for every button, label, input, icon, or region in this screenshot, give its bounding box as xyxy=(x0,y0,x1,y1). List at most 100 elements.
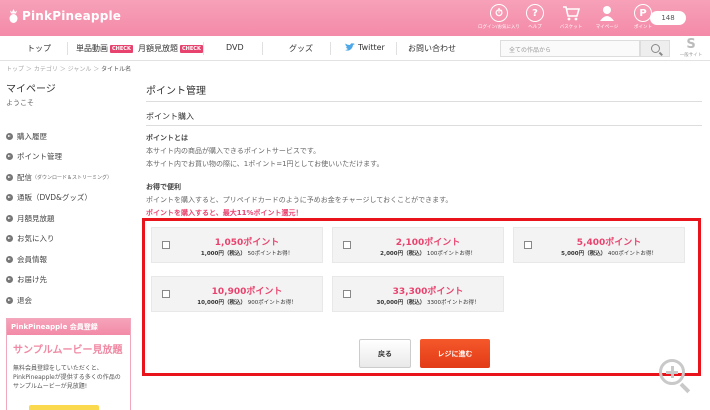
sidebar-item-label: 通販（DVD&グッズ） xyxy=(17,193,92,203)
option-price-value: 1,000円（税込） xyxy=(200,251,246,257)
sidebar-item-label: ポイント管理 xyxy=(17,152,62,162)
login-link[interactable]: ⏱ ログイン/お気に入り xyxy=(478,4,520,30)
nav-twitter-label: Twitter xyxy=(358,43,385,52)
option-points: 5,400ポイント xyxy=(576,238,642,248)
breadcrumb: トップ ＞ カテゴリ ＞ ジャンル ＞ タイトル名 xyxy=(6,64,131,73)
mypage-label: マイページ xyxy=(595,25,619,30)
welcome-text: ようこそ xyxy=(6,99,34,107)
nav-goods[interactable]: グッズ xyxy=(289,43,313,54)
sidebar-item-purchase-history[interactable]: 購入履歴 xyxy=(6,126,136,147)
sidebar-item-sublabel: （ダウンロード＆ストリーミング） xyxy=(32,174,113,181)
sidebar-item-mail-order[interactable]: 通販（DVD&グッズ） xyxy=(6,188,136,209)
option-price-value: 30,000円（税込） xyxy=(376,300,426,306)
option-bonus: 50ポイントお得！ xyxy=(247,251,294,257)
sidebar-item-points[interactable]: ポイント管理 xyxy=(6,147,136,168)
nav-dvd[interactable]: DVD xyxy=(226,43,244,52)
zoom-in-icon[interactable] xyxy=(657,357,691,394)
divider xyxy=(146,101,702,102)
nav-monthly[interactable]: 月額見放題 CHECK xyxy=(138,43,203,54)
sidebar-item-label: お気に入り xyxy=(17,234,55,244)
help-link[interactable]: ? ヘルプ xyxy=(518,4,552,30)
sidebar-item-label: 月額見放題 xyxy=(17,213,55,223)
promo-line: PinkPineappleが提供する多くの作品の xyxy=(13,374,121,381)
option-checkbox[interactable] xyxy=(162,241,170,249)
check-badge: CHECK xyxy=(180,44,203,53)
option-checkbox[interactable] xyxy=(524,241,532,249)
option-price: 10,000円（税込） 900ポイントお得！ xyxy=(172,298,322,306)
search-input[interactable]: 全ての作品から xyxy=(500,40,640,57)
cart-label: バスケット xyxy=(559,25,583,30)
nav-single-label: 単品動画 xyxy=(76,44,108,53)
option-price-value: 5,000円（税込） xyxy=(561,251,607,257)
sidebar-item-delivery[interactable]: 配信 （ダウンロード＆ストリーミング） xyxy=(6,167,136,188)
sidebar-item-shipping[interactable]: お届け先 xyxy=(6,270,136,291)
search-button[interactable] xyxy=(640,40,670,57)
section-title: ポイント購入 xyxy=(146,112,194,121)
user-icon xyxy=(598,4,616,22)
general-site-link[interactable]: S 一般サイト xyxy=(676,38,706,60)
cart-icon xyxy=(562,4,580,22)
nav-contact[interactable]: お問い合わせ xyxy=(408,43,456,54)
nav-top[interactable]: トップ xyxy=(27,43,51,54)
option-price: 5,000円（税込） 400ポイントお得！ xyxy=(534,249,684,257)
promo-header: PinkPineapple 会員登録 xyxy=(7,319,130,335)
sidebar-item-member-info[interactable]: 会員情報 xyxy=(6,249,136,270)
mypage-link[interactable]: マイページ xyxy=(590,4,624,30)
signup-button[interactable] xyxy=(29,405,99,410)
nav-divider xyxy=(67,42,68,55)
about-heading: ポイントとは xyxy=(146,134,188,142)
sidebar-item-label: 会員情報 xyxy=(17,254,47,264)
page-title: ポイント管理 xyxy=(146,86,206,97)
twitter-bird-icon xyxy=(345,43,355,51)
help-label: ヘルプ xyxy=(528,25,542,30)
cart-link[interactable]: バスケット xyxy=(554,4,588,30)
clock-icon: ⏱ xyxy=(490,4,508,22)
sidebar-item-favorites[interactable]: お気に入り xyxy=(6,229,136,250)
nav-single-video[interactable]: 単品動画 CHECK xyxy=(76,43,133,54)
checkout-button[interactable]: レジに進む xyxy=(420,339,490,368)
nav-twitter[interactable]: Twitter xyxy=(345,43,385,52)
nav-divider xyxy=(203,42,204,55)
member-signup-promo: PinkPineapple 会員登録 サンプルムービー見放題 無料会員登録をして… xyxy=(6,318,131,410)
sidebar-title: マイページ xyxy=(6,84,56,95)
option-bonus: 400ポイントお得！ xyxy=(607,251,657,257)
option-points: 1,050ポイント xyxy=(214,238,280,248)
promo-line: 無料会員登録をしていただくと、 xyxy=(13,365,103,372)
site-logo[interactable]: PinkPineapple xyxy=(8,9,121,23)
nav-divider xyxy=(330,42,331,55)
point-option[interactable]: 2,100ポイント 2,000円（税込） 100ポイントお得！ xyxy=(332,227,504,263)
about-text: 本サイト内の商品が購入できるポイントサービスです。 xyxy=(146,147,321,155)
point-option[interactable]: 10,900ポイント 10,000円（税込） 900ポイントお得！ xyxy=(151,276,323,312)
zoom-plus-v xyxy=(670,366,674,378)
sidebar-item-label: お届け先 xyxy=(17,275,47,285)
option-checkbox[interactable] xyxy=(343,241,351,249)
option-points: 10,900ポイント xyxy=(211,287,283,297)
option-checkbox[interactable] xyxy=(343,290,351,298)
point-option[interactable]: 1,050ポイント 1,000円（税込） 50ポイントお得！ xyxy=(151,227,323,263)
arrow-bullet-icon xyxy=(6,132,13,140)
arrow-bullet-icon xyxy=(6,235,13,243)
divider xyxy=(146,125,702,126)
sidebar-item-withdraw[interactable]: 退会 xyxy=(6,290,136,311)
help-icon: ? xyxy=(526,4,544,22)
nav-monthly-label: 月額見放題 xyxy=(138,44,178,53)
breadcrumb-path[interactable]: トップ ＞ カテゴリ ＞ ジャンル ＞ xyxy=(6,66,101,73)
arrow-bullet-icon xyxy=(6,153,13,161)
breadcrumb-current: タイトル名 xyxy=(101,66,132,73)
main-nav: トップ 単品動画 CHECK 月額見放題 CHECK DVD グッズ Twitt… xyxy=(0,36,710,61)
nav-divider xyxy=(262,42,263,55)
point-option[interactable]: 5,400ポイント 5,000円（税込） 400ポイントお得！ xyxy=(513,227,685,263)
option-price: 30,000円（税込） 3300ポイントお得！ xyxy=(353,298,503,306)
nav-divider xyxy=(396,42,397,55)
back-button[interactable]: 戻る xyxy=(359,339,411,368)
point-option[interactable]: 33,300ポイント 30,000円（税込） 3300ポイントお得！ xyxy=(332,276,504,312)
benefit-heading: お得で便利 xyxy=(146,183,181,191)
option-points: 2,100ポイント xyxy=(395,238,461,248)
arrow-bullet-icon xyxy=(6,214,13,222)
arrow-bullet-icon xyxy=(6,255,13,263)
sidebar-item-label: 購入履歴 xyxy=(17,131,47,141)
option-checkbox[interactable] xyxy=(162,290,170,298)
point-label: ポイント xyxy=(634,25,652,30)
about-text: 本サイト内でお買い物の際に、1ポイント=1円としてお使いいただけます。 xyxy=(146,160,384,168)
sidebar-item-monthly[interactable]: 月額見放題 xyxy=(6,208,136,229)
